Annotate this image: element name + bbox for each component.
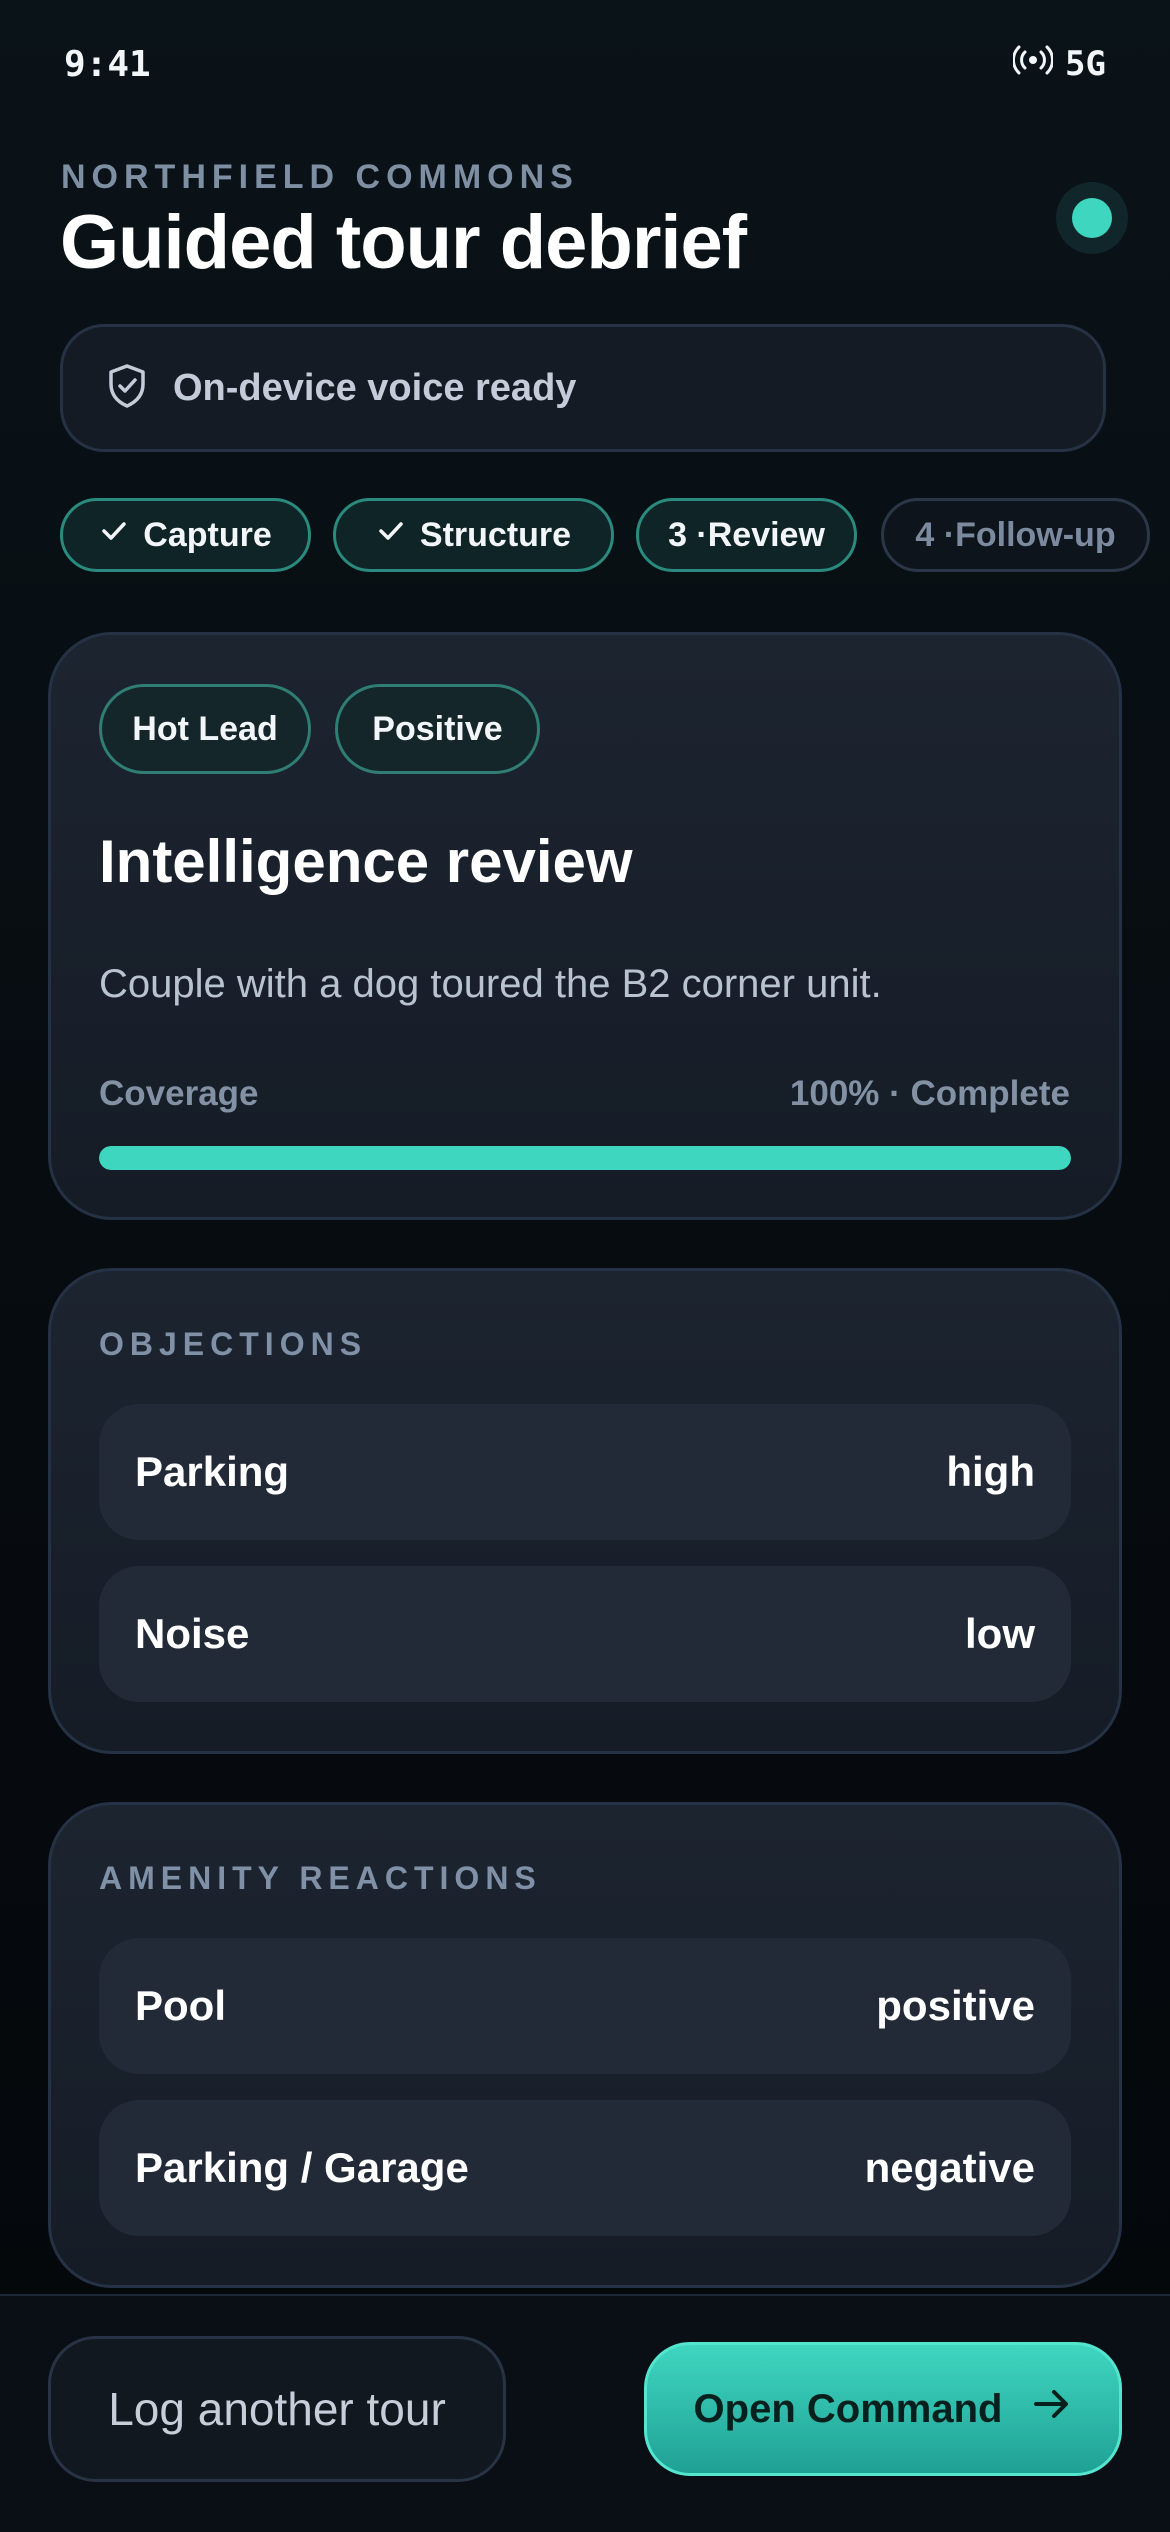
status-time: 9:41 [64, 44, 151, 85]
amenity-reaction: positive [876, 1982, 1035, 2029]
status-bar: 9:41 5G [0, 0, 1170, 140]
check-icon [99, 516, 129, 555]
amenity-row[interactable]: Pool positive [99, 1938, 1071, 2074]
arrow-right-icon [1032, 2386, 1072, 2432]
objection-name: Noise [135, 1610, 250, 1657]
open-command-button[interactable]: Open Command [644, 2342, 1122, 2476]
step-label: 4 ·Follow-up [915, 515, 1116, 554]
objection-row[interactable]: Noise low [99, 1566, 1071, 1702]
coverage-progress-bar [99, 1146, 1071, 1170]
live-dot-icon [1072, 198, 1112, 238]
amenity-row[interactable]: Parking / Garage negative [99, 2100, 1071, 2236]
step-structure[interactable]: Structure [333, 498, 614, 572]
tag-hot-lead: Hot Lead [99, 684, 311, 774]
log-another-tour-button[interactable]: Log another tour [48, 2336, 506, 2482]
objection-level: low [965, 1610, 1035, 1657]
step-label: Capture [143, 515, 272, 554]
objection-name: Parking [135, 1448, 290, 1495]
shield-check-icon [105, 362, 149, 415]
step-follow-up[interactable]: 4 ·Follow-up [881, 498, 1150, 572]
tag-positive: Positive [335, 684, 540, 774]
amenity-reactions-label: AMENITY REACTIONS [99, 1860, 542, 1896]
page-title: Guided tour debrief [60, 200, 747, 285]
review-summary: Couple with a dog toured the B2 corner u… [99, 962, 882, 1006]
step-label: 3 ·Review [668, 515, 825, 554]
coverage-value: 100% · Complete [789, 1074, 1070, 1113]
coverage-progress-fill [99, 1146, 1071, 1170]
coverage-label: Coverage [99, 1074, 259, 1113]
objections-label: OBJECTIONS [99, 1326, 368, 1362]
review-title: Intelligence review [99, 828, 633, 895]
step-label: Structure [419, 515, 572, 554]
objection-level: high [946, 1448, 1035, 1495]
command-button-label: Open Command [693, 2386, 1003, 2431]
step-capture[interactable]: Capture [60, 498, 311, 572]
broadcast-icon [1012, 44, 1055, 84]
step-review[interactable]: 3 ·Review [636, 498, 857, 572]
voice-status-text: On-device voice ready [173, 366, 577, 409]
check-icon [376, 516, 406, 555]
amenity-name: Pool [135, 1982, 226, 2029]
objection-row[interactable]: Parking high [99, 1404, 1071, 1540]
amenity-reaction: negative [864, 2144, 1035, 2191]
voice-status-pill: On-device voice ready [60, 324, 1106, 452]
network-type: 5G [1065, 44, 1106, 84]
property-name: NORTHFIELD COMMONS [61, 158, 579, 196]
amenity-name: Parking / Garage [135, 2144, 469, 2191]
live-status-indicator [1056, 182, 1128, 254]
status-indicators: 5G [1012, 44, 1106, 84]
